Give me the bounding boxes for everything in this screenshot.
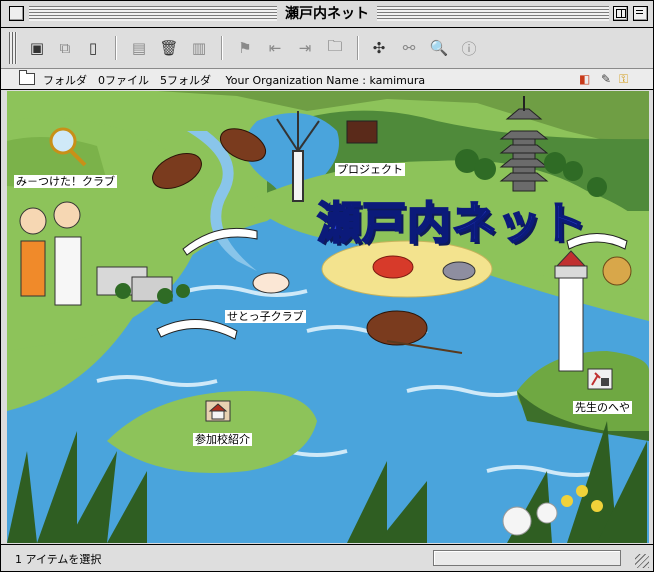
house-icon[interactable]	[205, 399, 231, 423]
toolbar-grip[interactable]	[9, 32, 17, 64]
map-illustration	[7, 91, 649, 543]
window-title: 瀬戸内ネット	[277, 4, 377, 24]
toolbar-separator	[221, 36, 223, 60]
info-bar: フォルダ 0ファイル 5フォルダ Your Organization Name …	[1, 69, 653, 90]
close-box[interactable]	[9, 6, 24, 21]
folder-open-icon[interactable]: 🗀	[323, 36, 347, 60]
duplicate-icon[interactable]: ⧉	[53, 36, 77, 60]
folder-setokko-club[interactable]: せとっ子クラブ	[225, 310, 306, 323]
new-file-icon[interactable]: ▯	[81, 36, 105, 60]
view-options-icon[interactable]: ◧	[579, 72, 590, 86]
pencil-icon[interactable]: ✎	[601, 72, 611, 86]
zoom-box[interactable]	[613, 6, 628, 21]
new-folder-icon[interactable]: ▣	[25, 36, 49, 60]
arrow-flag-icon[interactable]: ⚑	[233, 36, 257, 60]
toolbar-separator	[357, 36, 359, 60]
folder-info-text: フォルダ 0ファイル 5フォルダ Your Organization Name …	[43, 74, 426, 87]
title-bar[interactable]: 瀬戸内ネット	[1, 1, 653, 28]
link-icon[interactable]: ⚯	[397, 36, 421, 60]
illustrated-map-background: 瀬戸内ネット み－つけた！クラブ プロジェクト せとっ子クラブ 参加校紹介 先生…	[7, 91, 649, 543]
toolbar: ▣ ⧉ ▯ ▤ 🗑 ▥ ⚑ ⇤ ⇥ 🗀 ✣ ⚯ 🔍 ⓘ	[1, 28, 653, 69]
move-left-icon[interactable]: ⇤	[263, 36, 287, 60]
network-icon[interactable]: ✣	[367, 36, 391, 60]
search-icon[interactable]: 🔍	[427, 36, 451, 60]
collapse-box[interactable]	[633, 6, 648, 21]
list-view-icon[interactable]: ▤	[127, 36, 151, 60]
trash-icon[interactable]: 🗑	[157, 36, 181, 60]
info-icon[interactable]: ▥	[187, 36, 211, 60]
move-right-icon[interactable]: ⇥	[293, 36, 317, 60]
horizontal-scrollbar[interactable]	[433, 550, 621, 566]
key-icon[interactable]: ⚿	[619, 72, 628, 87]
folder-sensei-no-heya[interactable]: 先生のへや	[573, 401, 632, 414]
toolbar-separator	[115, 36, 117, 60]
setouchi-net-logo: 瀬戸内ネット	[316, 197, 587, 250]
status-bar: 1 アイテムを選択	[1, 544, 653, 571]
user-info-icon[interactable]: ⓘ	[457, 36, 481, 60]
folder-project[interactable]: プロジェクト	[335, 163, 405, 176]
folder-sankakou-shoukai[interactable]: 参加校紹介	[193, 433, 252, 446]
tools-icon[interactable]	[587, 367, 613, 391]
status-text: 1 アイテムを選択	[15, 553, 102, 566]
resize-grip[interactable]	[635, 554, 649, 568]
folder-icon	[19, 70, 35, 85]
folder-mitsuketa-club[interactable]: み－つけた！クラブ	[14, 175, 117, 188]
window: 瀬戸内ネット ▣ ⧉ ▯ ▤ 🗑 ▥ ⚑ ⇤ ⇥ 🗀 ✣ ⚯ 🔍 ⓘ フォルダ …	[0, 0, 654, 572]
